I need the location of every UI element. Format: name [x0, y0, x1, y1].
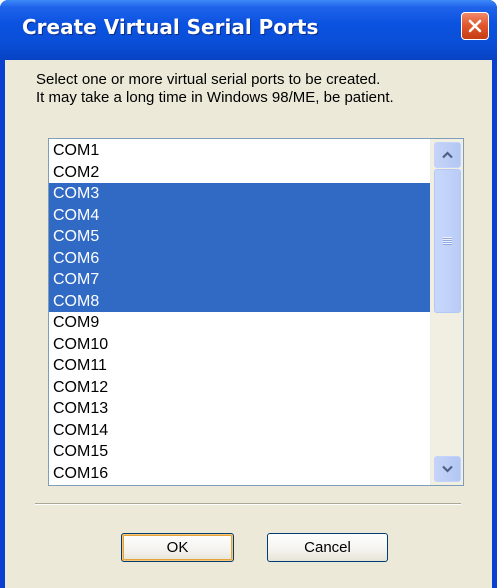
instructions-line-1: Select one or more virtual serial ports … [36, 71, 381, 88]
list-item[interactable]: COM6 [49, 247, 430, 269]
list-item[interactable]: COM3 [49, 183, 430, 205]
list-item[interactable]: COM4 [49, 204, 430, 226]
list-item[interactable]: COM2 [49, 162, 430, 184]
list-item[interactable]: COM10 [49, 334, 430, 356]
list-item[interactable]: COM13 [49, 398, 430, 420]
list-item[interactable]: COM12 [49, 377, 430, 399]
instructions-line-2: It may take a long time in Windows 98/ME… [36, 89, 394, 106]
scroll-thumb[interactable] [434, 169, 461, 313]
port-listbox[interactable]: COM1 COM2 COM3 COM4 COM5 COM6 COM7 COM8 COM9 COM1… [48, 138, 464, 486]
grip-icon [443, 237, 452, 245]
list-item[interactable]: COM8 [49, 290, 430, 312]
list-item[interactable]: COM14 [49, 420, 430, 442]
chevron-up-icon [442, 151, 453, 159]
cancel-button[interactable]: Cancel [267, 533, 388, 562]
separator-line [35, 503, 461, 505]
scroll-up-button[interactable] [434, 142, 461, 168]
window-title: Create Virtual Serial Ports [22, 15, 319, 39]
vertical-scrollbar[interactable] [430, 139, 463, 485]
dialog-body: Select one or more virtual serial ports … [5, 60, 492, 588]
port-list: COM1 COM2 COM3 COM4 COM5 COM6 COM7 COM8 COM9 COM1… [49, 140, 430, 484]
scroll-down-button[interactable] [434, 456, 461, 482]
list-item[interactable]: COM11 [49, 355, 430, 377]
list-item[interactable]: COM1 [49, 140, 430, 162]
instructions-text: Select one or more virtual serial ports … [36, 71, 394, 107]
close-icon [468, 19, 482, 33]
chevron-down-icon [442, 465, 453, 473]
dialog-window: Create Virtual Serial Ports Select one o… [0, 0, 497, 588]
close-button[interactable] [461, 12, 489, 40]
list-item[interactable]: COM9 [49, 312, 430, 334]
ok-button[interactable]: OK [121, 533, 234, 562]
list-item[interactable]: COM15 [49, 441, 430, 463]
list-item[interactable]: COM7 [49, 269, 430, 291]
list-item[interactable]: COM16 [49, 463, 430, 485]
title-bar[interactable]: Create Virtual Serial Ports [0, 0, 497, 60]
list-item[interactable]: COM5 [49, 226, 430, 248]
